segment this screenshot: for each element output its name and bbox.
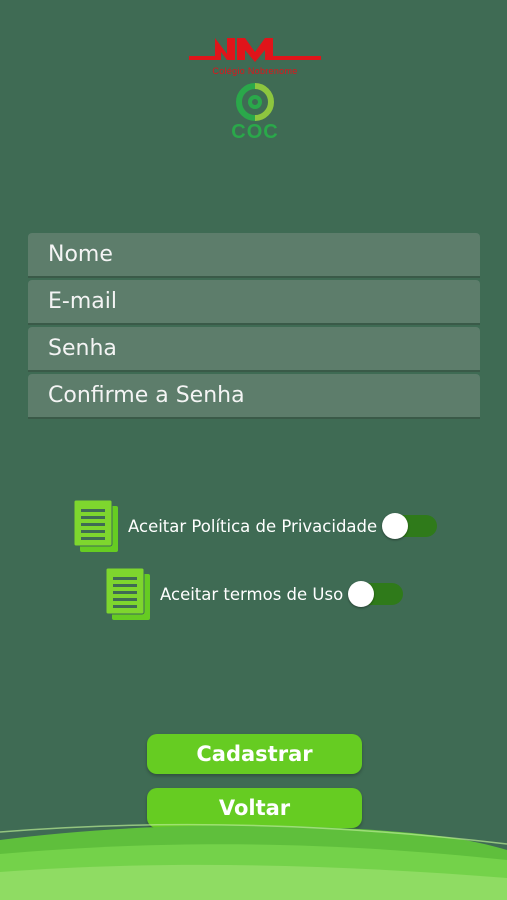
coc-logo-icon bbox=[236, 83, 274, 121]
coc-wordmark: COC bbox=[231, 121, 279, 143]
toggle-knob bbox=[348, 581, 375, 607]
school-logo: Colégio Nobrenome COC bbox=[185, 30, 325, 145]
register-button[interactable]: Cadastrar bbox=[147, 734, 362, 774]
password-field[interactable] bbox=[28, 327, 480, 372]
brand-logo-icon bbox=[189, 38, 321, 62]
document-icon bbox=[73, 499, 118, 552]
privacy-consent-row: Aceitar Política de Privacidade bbox=[72, 498, 438, 554]
school-brand-mark: Colégio Nobrenome bbox=[185, 30, 325, 85]
brand-caption: Colégio Nobrenome bbox=[212, 66, 298, 76]
confirm-password-field[interactable] bbox=[28, 374, 480, 419]
registration-form bbox=[28, 233, 480, 421]
privacy-consent-toggle[interactable] bbox=[382, 513, 438, 539]
terms-consent-row: Aceitar termos de Uso bbox=[104, 566, 404, 622]
name-field[interactable] bbox=[28, 233, 480, 278]
privacy-consent-label: Aceitar Política de Privacidade bbox=[128, 516, 378, 536]
decorative-wave bbox=[0, 823, 507, 900]
email-field[interactable] bbox=[28, 280, 480, 325]
toggle-knob bbox=[382, 513, 409, 539]
terms-consent-toggle[interactable] bbox=[348, 581, 404, 607]
document-icon bbox=[105, 567, 150, 620]
terms-consent-label: Aceitar termos de Uso bbox=[160, 584, 344, 604]
